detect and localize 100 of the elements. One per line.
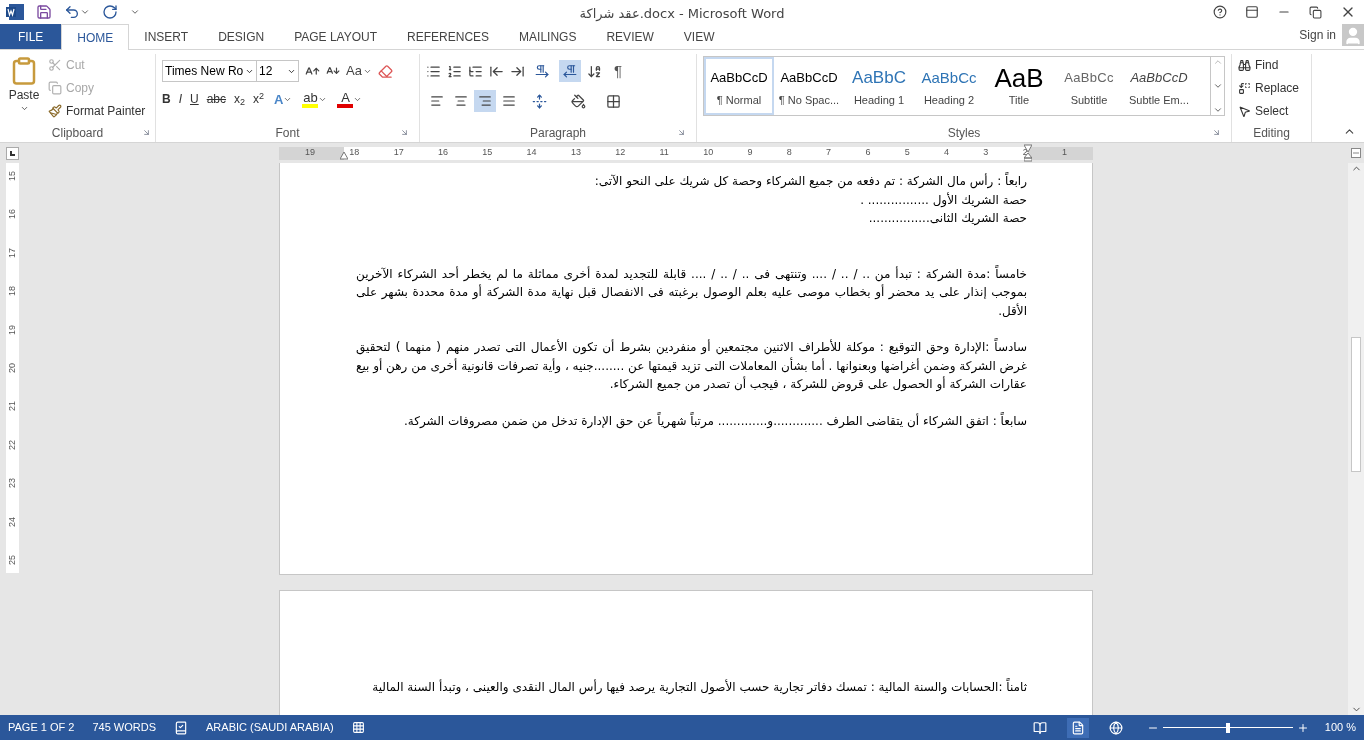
ribbon-tab[interactable]: HOME xyxy=(61,24,130,50)
editing-button[interactable]: Select xyxy=(1238,102,1305,120)
ribbon-tab[interactable]: REFERENCES xyxy=(392,24,505,49)
page-count-button[interactable]: PAGE 1 OF 2 xyxy=(8,719,75,736)
more-styles-icon[interactable] xyxy=(1212,105,1223,115)
save-icon[interactable] xyxy=(36,4,52,20)
style-gallery-item[interactable]: AaBbC Heading 1 xyxy=(844,57,914,115)
format-button[interactable]: U xyxy=(190,90,199,108)
word-count-button[interactable]: 745 WORDS xyxy=(92,719,156,736)
zoom-level-button[interactable]: 100 % xyxy=(1324,719,1356,736)
ruler-number: 3 xyxy=(983,146,989,160)
scroll-thumb[interactable] xyxy=(1351,336,1361,472)
scissors-icon xyxy=(48,58,62,72)
macro-icon[interactable] xyxy=(351,721,365,734)
ruler-number: 4 xyxy=(944,146,950,160)
shading-icon[interactable] xyxy=(571,93,586,109)
paste-button[interactable]: Paste xyxy=(6,54,42,124)
ribbon-tab[interactable]: REVIEW xyxy=(591,24,669,49)
color-button[interactable]: ab xyxy=(302,90,319,108)
color-button[interactable]: A xyxy=(274,92,284,106)
ruler-number: 13 xyxy=(570,146,581,160)
align-icon xyxy=(502,94,516,108)
ribbon-tab[interactable]: DESIGN xyxy=(203,24,280,49)
dialog-launcher-icon[interactable] xyxy=(1212,128,1221,137)
borders-icon[interactable] xyxy=(606,93,621,109)
indent-marker-icon[interactable] xyxy=(340,150,348,160)
scroll-down-icon[interactable] xyxy=(1212,81,1223,91)
document-paragraph: رابعاً : رأس مال الشركة : تم دفعه من جميع الشركاء وحصة كل شريك على النحو الآتى: xyxy=(593,172,1027,191)
ribbon-tab[interactable]: FILE xyxy=(0,24,62,49)
sort-icon[interactable] xyxy=(587,63,602,79)
color-button[interactable]: A xyxy=(337,90,354,108)
clear-formatting-icon[interactable] xyxy=(377,63,393,79)
person-icon xyxy=(1343,26,1363,46)
tab-selector-icon[interactable] xyxy=(5,146,19,160)
numbering-icon[interactable] xyxy=(447,63,462,79)
zoom-in-icon[interactable] xyxy=(1296,721,1309,734)
ruler-number: 9 xyxy=(747,146,753,160)
ruler-number: 8 xyxy=(786,146,792,160)
vertical-scrollbar[interactable] xyxy=(1348,163,1364,715)
show-marks-button[interactable]: ¶ xyxy=(614,59,623,83)
line-spacing-icon[interactable] xyxy=(532,93,547,109)
style-gallery-item[interactable]: AaB Title xyxy=(984,57,1054,115)
ruler-number: 11 xyxy=(659,146,669,160)
undo-icon[interactable] xyxy=(64,4,80,20)
clipboard-button[interactable]: Format Painter xyxy=(48,102,146,120)
caret-icon[interactable] xyxy=(80,7,90,17)
pilcrow-icon xyxy=(563,64,577,78)
sign-in-link[interactable]: Sign in xyxy=(1299,26,1336,44)
ruler-number: 19 xyxy=(305,146,315,160)
dialog-launcher-icon[interactable] xyxy=(677,128,686,137)
align-icon xyxy=(478,94,492,108)
style-gallery-item[interactable]: AaBbCcD Subtle Em... xyxy=(1124,57,1194,115)
ruler-number: 16 xyxy=(437,146,448,160)
proofing-icon[interactable] xyxy=(174,720,188,735)
ribbon-tab[interactable]: PAGE LAYOUT xyxy=(279,24,393,49)
language-button[interactable]: ARABIC (SAUDI ARABIA) xyxy=(206,719,334,736)
document-paragraph: سابعاً : اتفق الشركاء أن يتقاضى الطرف .............و............. مرتباً شهرياً عن حق الإدارة تدخل من ضمن مصروفات الشركة. xyxy=(402,411,1027,430)
dialog-launcher-icon[interactable] xyxy=(142,128,151,137)
copy-icon xyxy=(48,81,62,95)
help-icon[interactable] xyxy=(1213,5,1227,19)
multilevel-list-icon[interactable] xyxy=(468,63,483,79)
ribbon-tab[interactable]: VIEW xyxy=(668,24,730,49)
align-icon xyxy=(430,94,444,108)
zoom-thumb[interactable] xyxy=(1225,722,1230,733)
format-button[interactable]: abc xyxy=(206,90,227,108)
group-title: Editing xyxy=(1253,125,1290,142)
font-name-dropdown[interactable]: Times New Ro xyxy=(162,60,257,82)
document-paragraph: حصة الشريك الأول ................ . xyxy=(859,191,1027,209)
ruler-number: 10 xyxy=(703,146,714,160)
change-case-button[interactable]: Aa xyxy=(346,61,372,81)
ruler-number: 21 xyxy=(7,401,17,412)
customize-caret-icon[interactable] xyxy=(130,7,140,17)
view-button[interactable] xyxy=(1066,717,1089,738)
align-button[interactable] xyxy=(474,90,496,112)
format-button[interactable]: x$_{2}$ xyxy=(234,90,246,108)
text-direction-button[interactable] xyxy=(559,60,581,82)
restore-icon[interactable] xyxy=(1309,5,1322,19)
format-button[interactable]: B xyxy=(162,90,171,108)
ruler-number: 15 xyxy=(7,171,17,181)
font-size-dropdown[interactable]: 12 xyxy=(257,60,299,82)
ribbon-tab[interactable]: MAILINGS xyxy=(504,24,592,49)
style-gallery-item[interactable]: AaBbCcD ¶ Normal xyxy=(704,57,774,115)
zoom-slider[interactable] xyxy=(1162,722,1293,733)
view-ruler-icon[interactable] xyxy=(1351,148,1361,158)
format-button[interactable]: I xyxy=(178,90,182,108)
ruler-number: 19 xyxy=(7,324,17,335)
style-gallery-item[interactable]: AaBbCc Subtitle xyxy=(1054,57,1124,115)
redo-icon[interactable] xyxy=(102,4,118,20)
editing-button[interactable]: Find xyxy=(1238,56,1305,74)
dialog-launcher-icon[interactable] xyxy=(400,128,409,137)
align-icon xyxy=(454,94,468,108)
ribbon-tab[interactable]: INSERT xyxy=(129,24,204,49)
indent-marker-icon[interactable] xyxy=(1024,143,1032,162)
word-logo-icon[interactable] xyxy=(6,4,24,20)
editing-button[interactable]: Replace xyxy=(1238,79,1305,97)
format-button[interactable]: x$^{2}$ xyxy=(253,90,265,108)
ribbon-display-icon[interactable] xyxy=(1245,5,1259,19)
style-gallery-item[interactable]: AaBbCcD ¶ No Spac... xyxy=(774,57,844,115)
bullets-icon[interactable] xyxy=(426,63,441,79)
style-gallery-item[interactable]: AaBbCc Heading 2 xyxy=(914,57,984,115)
